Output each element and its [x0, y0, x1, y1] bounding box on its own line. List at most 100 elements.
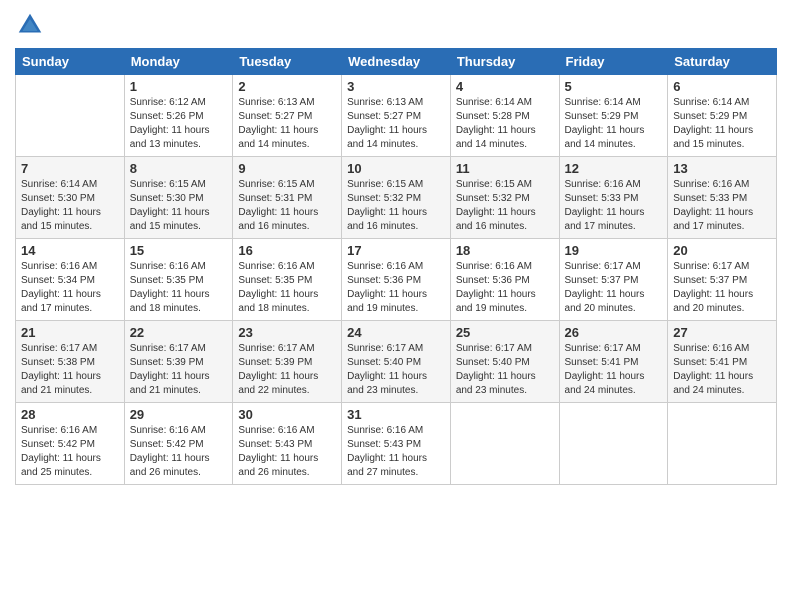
day-info: Sunrise: 6:16 AMSunset: 5:36 PMDaylight:… [347, 261, 427, 314]
calendar-day-cell: 10 Sunrise: 6:15 AMSunset: 5:32 PMDaylig… [342, 157, 451, 239]
day-info: Sunrise: 6:16 AMSunset: 5:35 PMDaylight:… [238, 261, 318, 314]
day-number: 5 [565, 79, 663, 94]
day-number: 18 [456, 243, 554, 258]
calendar-day-cell: 7 Sunrise: 6:14 AMSunset: 5:30 PMDayligh… [16, 157, 125, 239]
day-info: Sunrise: 6:15 AMSunset: 5:32 PMDaylight:… [456, 179, 536, 232]
calendar-day-cell: 4 Sunrise: 6:14 AMSunset: 5:28 PMDayligh… [450, 75, 559, 157]
logo [15, 10, 49, 40]
day-number: 14 [21, 243, 119, 258]
calendar-day-cell: 13 Sunrise: 6:16 AMSunset: 5:33 PMDaylig… [668, 157, 777, 239]
day-number: 16 [238, 243, 336, 258]
calendar-week-row: 1 Sunrise: 6:12 AMSunset: 5:26 PMDayligh… [16, 75, 777, 157]
day-number: 19 [565, 243, 663, 258]
day-number: 17 [347, 243, 445, 258]
day-number: 6 [673, 79, 771, 94]
day-info: Sunrise: 6:15 AMSunset: 5:30 PMDaylight:… [130, 179, 210, 232]
day-number: 23 [238, 325, 336, 340]
day-info: Sunrise: 6:13 AMSunset: 5:27 PMDaylight:… [238, 97, 318, 150]
day-info: Sunrise: 6:16 AMSunset: 5:41 PMDaylight:… [673, 343, 753, 396]
day-number: 3 [347, 79, 445, 94]
day-number: 10 [347, 161, 445, 176]
calendar-day-cell [16, 75, 125, 157]
calendar-day-cell: 26 Sunrise: 6:17 AMSunset: 5:41 PMDaylig… [559, 321, 668, 403]
day-info: Sunrise: 6:16 AMSunset: 5:42 PMDaylight:… [21, 425, 101, 478]
day-info: Sunrise: 6:17 AMSunset: 5:41 PMDaylight:… [565, 343, 645, 396]
calendar-day-cell: 5 Sunrise: 6:14 AMSunset: 5:29 PMDayligh… [559, 75, 668, 157]
day-number: 13 [673, 161, 771, 176]
day-number: 24 [347, 325, 445, 340]
calendar-day-cell: 31 Sunrise: 6:16 AMSunset: 5:43 PMDaylig… [342, 403, 451, 485]
calendar-week-row: 14 Sunrise: 6:16 AMSunset: 5:34 PMDaylig… [16, 239, 777, 321]
day-info: Sunrise: 6:16 AMSunset: 5:36 PMDaylight:… [456, 261, 536, 314]
day-info: Sunrise: 6:17 AMSunset: 5:38 PMDaylight:… [21, 343, 101, 396]
day-info: Sunrise: 6:16 AMSunset: 5:33 PMDaylight:… [673, 179, 753, 232]
calendar-week-row: 21 Sunrise: 6:17 AMSunset: 5:38 PMDaylig… [16, 321, 777, 403]
calendar-day-cell: 27 Sunrise: 6:16 AMSunset: 5:41 PMDaylig… [668, 321, 777, 403]
calendar-day-cell: 25 Sunrise: 6:17 AMSunset: 5:40 PMDaylig… [450, 321, 559, 403]
day-info: Sunrise: 6:16 AMSunset: 5:35 PMDaylight:… [130, 261, 210, 314]
calendar-day-cell: 12 Sunrise: 6:16 AMSunset: 5:33 PMDaylig… [559, 157, 668, 239]
day-info: Sunrise: 6:16 AMSunset: 5:33 PMDaylight:… [565, 179, 645, 232]
day-info: Sunrise: 6:16 AMSunset: 5:43 PMDaylight:… [238, 425, 318, 478]
day-info: Sunrise: 6:16 AMSunset: 5:42 PMDaylight:… [130, 425, 210, 478]
calendar-day-cell [668, 403, 777, 485]
day-number: 29 [130, 407, 228, 422]
weekday-header: Monday [124, 49, 233, 75]
logo-icon [15, 10, 45, 40]
day-number: 22 [130, 325, 228, 340]
calendar-day-cell: 24 Sunrise: 6:17 AMSunset: 5:40 PMDaylig… [342, 321, 451, 403]
calendar-day-cell: 19 Sunrise: 6:17 AMSunset: 5:37 PMDaylig… [559, 239, 668, 321]
day-number: 7 [21, 161, 119, 176]
weekday-header: Wednesday [342, 49, 451, 75]
day-info: Sunrise: 6:17 AMSunset: 5:39 PMDaylight:… [238, 343, 318, 396]
weekday-header: Tuesday [233, 49, 342, 75]
calendar-day-cell: 2 Sunrise: 6:13 AMSunset: 5:27 PMDayligh… [233, 75, 342, 157]
weekday-header: Thursday [450, 49, 559, 75]
calendar-day-cell: 18 Sunrise: 6:16 AMSunset: 5:36 PMDaylig… [450, 239, 559, 321]
day-number: 21 [21, 325, 119, 340]
day-number: 15 [130, 243, 228, 258]
day-number: 4 [456, 79, 554, 94]
calendar-day-cell: 20 Sunrise: 6:17 AMSunset: 5:37 PMDaylig… [668, 239, 777, 321]
day-number: 27 [673, 325, 771, 340]
day-info: Sunrise: 6:15 AMSunset: 5:32 PMDaylight:… [347, 179, 427, 232]
calendar-day-cell: 23 Sunrise: 6:17 AMSunset: 5:39 PMDaylig… [233, 321, 342, 403]
day-number: 26 [565, 325, 663, 340]
day-number: 28 [21, 407, 119, 422]
day-number: 11 [456, 161, 554, 176]
calendar-day-cell: 28 Sunrise: 6:16 AMSunset: 5:42 PMDaylig… [16, 403, 125, 485]
calendar-day-cell [450, 403, 559, 485]
day-number: 8 [130, 161, 228, 176]
calendar-day-cell: 1 Sunrise: 6:12 AMSunset: 5:26 PMDayligh… [124, 75, 233, 157]
calendar-week-row: 7 Sunrise: 6:14 AMSunset: 5:30 PMDayligh… [16, 157, 777, 239]
calendar-day-cell: 22 Sunrise: 6:17 AMSunset: 5:39 PMDaylig… [124, 321, 233, 403]
day-number: 1 [130, 79, 228, 94]
day-info: Sunrise: 6:14 AMSunset: 5:29 PMDaylight:… [673, 97, 753, 150]
calendar-day-cell: 9 Sunrise: 6:15 AMSunset: 5:31 PMDayligh… [233, 157, 342, 239]
calendar-day-cell: 14 Sunrise: 6:16 AMSunset: 5:34 PMDaylig… [16, 239, 125, 321]
day-info: Sunrise: 6:16 AMSunset: 5:43 PMDaylight:… [347, 425, 427, 478]
calendar-day-cell: 6 Sunrise: 6:14 AMSunset: 5:29 PMDayligh… [668, 75, 777, 157]
calendar-day-cell: 30 Sunrise: 6:16 AMSunset: 5:43 PMDaylig… [233, 403, 342, 485]
calendar-day-cell: 11 Sunrise: 6:15 AMSunset: 5:32 PMDaylig… [450, 157, 559, 239]
day-number: 9 [238, 161, 336, 176]
weekday-header-row: SundayMondayTuesdayWednesdayThursdayFrid… [16, 49, 777, 75]
day-info: Sunrise: 6:13 AMSunset: 5:27 PMDaylight:… [347, 97, 427, 150]
day-info: Sunrise: 6:15 AMSunset: 5:31 PMDaylight:… [238, 179, 318, 232]
day-info: Sunrise: 6:14 AMSunset: 5:29 PMDaylight:… [565, 97, 645, 150]
day-info: Sunrise: 6:12 AMSunset: 5:26 PMDaylight:… [130, 97, 210, 150]
calendar-table: SundayMondayTuesdayWednesdayThursdayFrid… [15, 48, 777, 485]
day-number: 12 [565, 161, 663, 176]
calendar-day-cell: 15 Sunrise: 6:16 AMSunset: 5:35 PMDaylig… [124, 239, 233, 321]
day-info: Sunrise: 6:17 AMSunset: 5:37 PMDaylight:… [673, 261, 753, 314]
weekday-header: Sunday [16, 49, 125, 75]
day-info: Sunrise: 6:16 AMSunset: 5:34 PMDaylight:… [21, 261, 101, 314]
day-info: Sunrise: 6:14 AMSunset: 5:28 PMDaylight:… [456, 97, 536, 150]
day-number: 2 [238, 79, 336, 94]
weekday-header: Saturday [668, 49, 777, 75]
calendar-day-cell: 3 Sunrise: 6:13 AMSunset: 5:27 PMDayligh… [342, 75, 451, 157]
header [15, 10, 777, 40]
day-info: Sunrise: 6:14 AMSunset: 5:30 PMDaylight:… [21, 179, 101, 232]
calendar-day-cell: 8 Sunrise: 6:15 AMSunset: 5:30 PMDayligh… [124, 157, 233, 239]
page: SundayMondayTuesdayWednesdayThursdayFrid… [0, 0, 792, 612]
